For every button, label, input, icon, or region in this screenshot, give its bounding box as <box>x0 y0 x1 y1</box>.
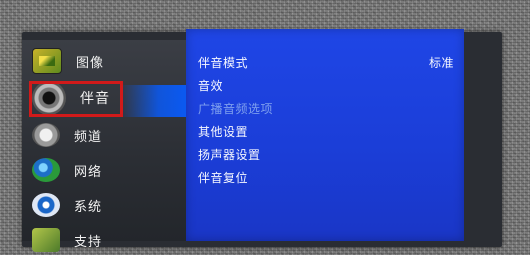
sound-submenu: 伴音模式 标准 音效 广播音频选项 其他设置 扬声器设置 伴音复位 <box>186 29 464 241</box>
submenu-item-sound-effect[interactable]: 音效 <box>198 75 454 95</box>
submenu-item-value: 标准 <box>428 55 454 70</box>
submenu-item-sound-reset[interactable]: 伴音复位 <box>198 167 454 187</box>
menu-item-support[interactable]: 支持 <box>32 225 102 255</box>
menu-item-picture[interactable]: 图像 <box>32 46 104 76</box>
menu-item-system[interactable]: 系统 <box>32 190 102 220</box>
selection-highlight-box <box>29 81 123 117</box>
picture-icon <box>32 48 62 74</box>
submenu-item-label: 其他设置 <box>198 124 249 139</box>
submenu-item-label: 音效 <box>198 78 224 93</box>
menu-item-label: 支持 <box>74 234 103 250</box>
menu-item-label: 图像 <box>76 55 105 71</box>
menu-item-label: 网络 <box>74 164 103 180</box>
gear-icon <box>32 193 60 217</box>
menu-item-label: 频道 <box>74 129 103 145</box>
menu-item-channel[interactable]: 频道 <box>32 120 102 150</box>
left-menu: 图像 伴音 频道 网络 系统 支持 <box>22 40 187 252</box>
submenu-item-sound-mode[interactable]: 伴音模式 标准 <box>198 52 454 72</box>
submenu-item-other-settings[interactable]: 其他设置 <box>198 121 454 141</box>
selection-beam <box>120 85 190 117</box>
support-icon <box>32 228 60 252</box>
submenu-item-label: 伴音模式 <box>198 55 249 70</box>
submenu-item-speaker-settings[interactable]: 扬声器设置 <box>198 144 454 164</box>
submenu-item-broadcast-audio: 广播音频选项 <box>198 98 454 118</box>
submenu-item-label: 广播音频选项 <box>198 101 274 116</box>
menu-item-network[interactable]: 网络 <box>32 155 102 185</box>
submenu-item-label: 扬声器设置 <box>198 147 261 162</box>
globe-icon <box>32 158 60 182</box>
submenu-item-label: 伴音复位 <box>198 170 249 185</box>
menu-item-label: 系统 <box>74 199 103 215</box>
channel-icon <box>32 123 60 147</box>
